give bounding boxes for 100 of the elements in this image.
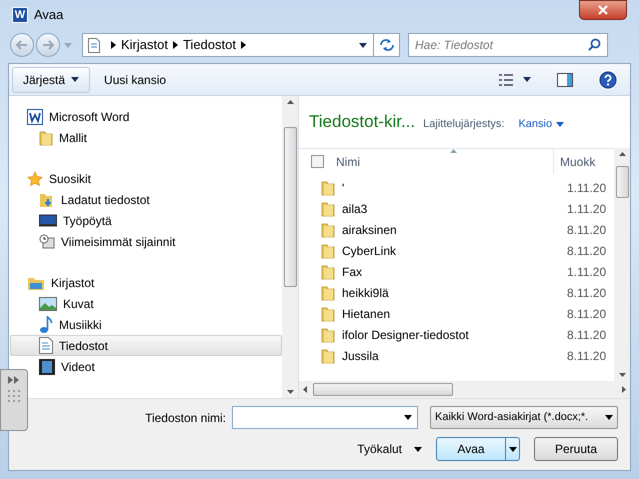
desktop-icon — [39, 214, 57, 228]
tools-dropdown[interactable]: Työkalut — [357, 438, 422, 460]
expand-icon — [8, 376, 20, 384]
file-name[interactable]: Jussila — [342, 346, 567, 364]
scroll-left-icon — [303, 386, 307, 393]
vertical-scrollbar[interactable] — [614, 148, 630, 381]
sidebar-item[interactable]: Videot — [10, 356, 282, 377]
breadcrumb-arrow-icon — [172, 41, 178, 49]
column-header[interactable]: Nimi — [324, 149, 554, 174]
caret-icon — [71, 77, 80, 82]
back-arrow-icon — [16, 40, 28, 50]
scroll-up-icon — [286, 100, 294, 104]
scrollbar-thumb[interactable] — [313, 383, 453, 396]
file-name[interactable]: heikki9lä — [342, 284, 567, 302]
forward-arrow-icon — [42, 40, 54, 50]
organize-button[interactable]: Järjestä — [12, 66, 90, 92]
horizontal-scrollbar[interactable] — [299, 381, 630, 398]
sidebar-item[interactable]: Mallit — [10, 127, 282, 148]
scroll-right-icon — [622, 386, 626, 393]
music-note-icon — [39, 316, 53, 334]
file-name[interactable]: ifolor Designer-tiedostot — [342, 326, 567, 344]
star-icon — [27, 170, 43, 186]
vertical-scrollbar[interactable] — [282, 96, 298, 398]
sidebar-item[interactable]: Viimeisimmät sijainnit — [10, 231, 282, 252]
dropdown-arrow-icon — [359, 42, 367, 48]
sidebar-group[interactable]: Suosikit — [9, 168, 282, 189]
modified-date: 8.11.20 — [567, 222, 606, 238]
open-button[interactable]: Avaa — [436, 437, 520, 461]
address-bar[interactable]: Kirjastot Tiedostot — [82, 33, 400, 57]
modified-date: 1.11.20 — [567, 180, 606, 196]
library-title: Tiedostot-kir... — [309, 111, 416, 134]
folder-icon — [321, 326, 335, 342]
refresh-icon — [378, 38, 394, 52]
caret-icon — [414, 446, 422, 452]
breadcrumb-arrow-icon — [240, 41, 246, 49]
library-document-icon — [88, 38, 100, 52]
modified-date: 8.11.20 — [567, 348, 606, 364]
sort-ascending-icon — [450, 149, 457, 153]
word-icon — [27, 108, 43, 124]
search-field[interactable]: Hae: Tiedostot — [408, 33, 608, 57]
file-name[interactable]: Fax — [342, 262, 567, 280]
modified-date: 8.11.20 — [567, 284, 606, 302]
pictures-icon — [39, 296, 57, 310]
caret-icon — [556, 122, 564, 126]
history-dropdown-icon — [64, 42, 72, 48]
side-panel-tab[interactable] — [0, 369, 28, 431]
modified-date: 1.11.20 — [567, 264, 606, 280]
scroll-down-icon — [618, 373, 626, 377]
sidebar-item[interactable]: Ladatut tiedostot — [10, 189, 282, 210]
modified-date: 8.11.20 — [567, 306, 606, 322]
search-icon — [588, 38, 601, 51]
file-name[interactable]: Hietanen — [342, 304, 567, 322]
sort-label: Lajittelujärjestys: — [423, 116, 504, 132]
breadcrumb-item[interactable]: Tiedostot — [182, 35, 236, 55]
modified-date: 1.11.20 — [567, 200, 606, 218]
film-icon — [39, 358, 55, 374]
scrollbar-thumb[interactable] — [284, 127, 296, 287]
cancel-button[interactable]: Peruuta — [534, 437, 618, 461]
breadcrumb-arrow-icon — [111, 41, 116, 49]
list-view-icon — [499, 74, 513, 86]
sidebar-group[interactable]: Kirjastot — [9, 272, 282, 293]
file-name[interactable]: airaksinen — [342, 220, 567, 238]
preview-pane-icon — [557, 72, 573, 86]
dropdown-arrow-icon — [404, 415, 412, 420]
file-name[interactable]: CyberLink — [342, 242, 567, 260]
back-button[interactable] — [10, 33, 34, 57]
help-icon — [599, 70, 617, 88]
dropdown-arrow-icon — [605, 415, 613, 420]
close-button[interactable] — [579, 0, 627, 20]
modified-date: 8.11.20 — [567, 326, 606, 344]
recent-places-icon — [39, 234, 55, 250]
folder-icon — [39, 130, 53, 146]
folder-icon — [321, 242, 335, 258]
sort-dropdown[interactable]: Kansio — [518, 116, 564, 132]
new-folder-button[interactable]: Uusi kansio — [98, 66, 172, 92]
column-header[interactable]: Muokk — [554, 149, 596, 174]
filename-field[interactable] — [232, 406, 418, 429]
folder-icon — [321, 264, 335, 280]
forward-button[interactable] — [36, 33, 60, 57]
file-name[interactable]: ' — [342, 178, 567, 196]
folder-icon — [321, 306, 335, 322]
modified-date: 8.11.20 — [567, 242, 606, 260]
scrollbar-thumb[interactable] — [616, 166, 628, 198]
file-name[interactable]: aila3 — [342, 200, 567, 218]
folder-icon — [321, 284, 335, 300]
sidebar-item[interactable]: Musiikki — [10, 314, 282, 335]
scroll-down-icon — [286, 390, 294, 394]
breadcrumb-item[interactable]: Kirjastot — [121, 35, 168, 55]
select-all-checkbox[interactable] — [311, 155, 324, 168]
sidebar-item[interactable]: Kuvat — [10, 293, 282, 314]
sidebar-item[interactable]: Tiedostot — [10, 335, 282, 356]
word-app-icon: W — [12, 7, 28, 23]
scroll-up-icon — [618, 152, 626, 156]
file-type-dropdown[interactable]: Kaikki Word-asiakirjat (*.docx;*. — [430, 406, 618, 429]
close-icon — [598, 5, 608, 15]
filename-label: Tiedoston nimi: — [145, 410, 226, 426]
folder-icon — [321, 348, 335, 364]
sidebar-group[interactable]: Microsoft Word — [9, 106, 282, 127]
sidebar-item[interactable]: Työpöytä — [10, 210, 282, 231]
caret-icon — [523, 77, 531, 82]
